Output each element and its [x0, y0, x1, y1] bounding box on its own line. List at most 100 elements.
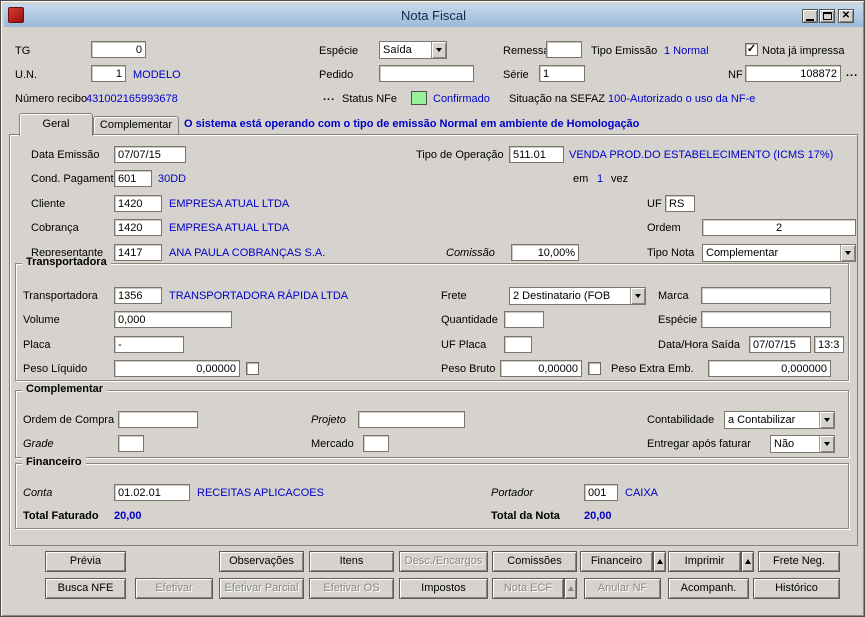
- anular-nf-button: Anular NF: [584, 578, 661, 599]
- cond-pagamento-label: Cond. Pagamento: [31, 173, 120, 185]
- peso-extra-input[interactable]: [708, 360, 831, 377]
- acompanh-button[interactable]: Acompanh.: [668, 578, 749, 599]
- entregar-label: Entregar após faturar: [647, 438, 751, 450]
- imprimir-menu-button[interactable]: [741, 551, 754, 572]
- data-emissao-input[interactable]: [114, 146, 186, 163]
- portador-input[interactable]: [584, 484, 618, 501]
- tg-label: TG: [15, 45, 31, 57]
- marca-input[interactable]: [701, 287, 831, 304]
- frete-neg-button[interactable]: Frete Neg.: [758, 551, 840, 572]
- previa-button[interactable]: Prévia: [45, 551, 126, 572]
- dropdown-button[interactable]: [630, 288, 645, 304]
- busca-nfe-button[interactable]: Busca NFE: [45, 578, 126, 599]
- remessa-input[interactable]: [546, 41, 582, 58]
- up-arrow-icon: [656, 558, 663, 564]
- total-faturado-label: Total Faturado: [23, 510, 99, 522]
- mercado-label: Mercado: [311, 438, 354, 450]
- projeto-label: Projeto: [311, 414, 346, 426]
- uf-input[interactable]: [665, 195, 695, 212]
- projeto-input[interactable]: [358, 411, 465, 428]
- mercado-input[interactable]: [363, 435, 389, 452]
- dropdown-button[interactable]: [840, 245, 855, 261]
- representante-input[interactable]: [114, 244, 162, 261]
- un-input[interactable]: [91, 65, 126, 82]
- tg-input[interactable]: [91, 41, 146, 58]
- tab-geral[interactable]: Geral: [19, 113, 93, 136]
- placa-input[interactable]: [114, 336, 184, 353]
- frete-select[interactable]: 2 Destinatario (FOB: [509, 287, 646, 305]
- nota-fiscal-window: Nota Fiscal ✕ TG Espécie Saída Remessa T…: [0, 0, 865, 617]
- conta-name: RECEITAS APLICACOES: [197, 487, 324, 499]
- hora-saida-input[interactable]: [814, 336, 844, 353]
- conta-input[interactable]: [114, 484, 190, 501]
- emission-mode-banner: O sistema está operando com o tipo de em…: [184, 118, 640, 130]
- observacoes-button[interactable]: Observações: [219, 551, 304, 572]
- uf-placa-input[interactable]: [504, 336, 532, 353]
- nota-impressa-checkbox[interactable]: ✓: [745, 43, 758, 56]
- frete-label: Frete: [441, 290, 467, 302]
- especie-transp-input[interactable]: [701, 311, 831, 328]
- historico-button[interactable]: Histórico: [753, 578, 840, 599]
- un-label: U.N.: [15, 69, 37, 81]
- tab-complementar[interactable]: Complementar: [93, 116, 179, 134]
- dropdown-arrow-icon: [824, 442, 830, 446]
- maximize-button[interactable]: [819, 9, 835, 23]
- entregar-select[interactable]: Não: [770, 435, 835, 453]
- nota-impressa-label: Nota já impressa: [762, 45, 845, 57]
- volume-label: Volume: [23, 314, 60, 326]
- cond-pagamento-input[interactable]: [114, 170, 152, 187]
- grade-label: Grade: [23, 438, 54, 450]
- total-da-nota-value: 20,00: [584, 510, 612, 522]
- peso-extra-label: Peso Extra Emb.: [611, 363, 694, 375]
- contabilidade-select[interactable]: a Contabilizar: [724, 411, 835, 429]
- ordem-compra-input[interactable]: [118, 411, 198, 428]
- contabilidade-select-value: a Contabilizar: [728, 414, 796, 426]
- transportadora-input[interactable]: [114, 287, 162, 304]
- cliente-input[interactable]: [114, 195, 162, 212]
- window-title: Nota Fiscal: [400, 8, 467, 23]
- dropdown-button[interactable]: [819, 436, 834, 452]
- especie-select[interactable]: Saída: [379, 41, 447, 59]
- tipo-operacao-desc: VENDA PROD.DO ESTABELECIMENTO (ICMS 17%): [569, 149, 834, 161]
- peso-bruto-input[interactable]: [500, 360, 582, 377]
- peso-liquido-input[interactable]: [114, 360, 240, 377]
- peso-bruto-checkbox[interactable]: [588, 362, 601, 375]
- financeiro-button[interactable]: Financeiro: [580, 551, 653, 572]
- nf-input[interactable]: [745, 65, 841, 82]
- ordem-input[interactable]: [702, 219, 856, 236]
- parcelas-count: 1: [597, 173, 604, 185]
- efetivar-button: Efetivar: [135, 578, 213, 599]
- quantidade-input[interactable]: [504, 311, 544, 328]
- data-saida-input[interactable]: [749, 336, 811, 353]
- nf-label: NF: [728, 69, 743, 81]
- comissao-input[interactable]: [511, 244, 579, 261]
- minimize-button[interactable]: [802, 9, 818, 23]
- nf-browse-button[interactable]: ...: [846, 67, 858, 79]
- pedido-label: Pedido: [319, 69, 354, 81]
- imprimir-button[interactable]: Imprimir: [668, 551, 741, 572]
- marca-label: Marca: [658, 290, 689, 302]
- dropdown-button[interactable]: [431, 42, 446, 58]
- close-button[interactable]: ✕: [838, 9, 854, 23]
- sefaz-value: 100-Autorizado o uso da NF-e: [608, 93, 756, 105]
- grade-input[interactable]: [118, 435, 144, 452]
- peso-liquido-checkbox[interactable]: [246, 362, 259, 375]
- vezes-label: vez: [611, 173, 629, 185]
- data-hora-saida-label: Data/Hora Saída: [658, 339, 740, 351]
- dropdown-button[interactable]: [819, 412, 834, 428]
- title-bar[interactable]: Nota Fiscal: [4, 4, 863, 27]
- un-desc: MODELO: [133, 69, 181, 81]
- financeiro-menu-button[interactable]: [653, 551, 666, 572]
- cobranca-input[interactable]: [114, 219, 162, 236]
- pedido-input[interactable]: [379, 65, 474, 82]
- recibo-browse-button[interactable]: ...: [323, 91, 335, 103]
- itens-button[interactable]: Itens: [309, 551, 394, 572]
- comissoes-button[interactable]: Comissões: [492, 551, 577, 572]
- tipo-nota-select[interactable]: Complementar: [702, 244, 856, 262]
- volume-input[interactable]: [114, 311, 232, 328]
- serie-input[interactable]: [539, 65, 585, 82]
- dropdown-arrow-icon: [436, 48, 442, 52]
- tipo-operacao-input[interactable]: [509, 146, 564, 163]
- serie-label: Série: [503, 69, 529, 81]
- impostos-button[interactable]: Impostos: [399, 578, 488, 599]
